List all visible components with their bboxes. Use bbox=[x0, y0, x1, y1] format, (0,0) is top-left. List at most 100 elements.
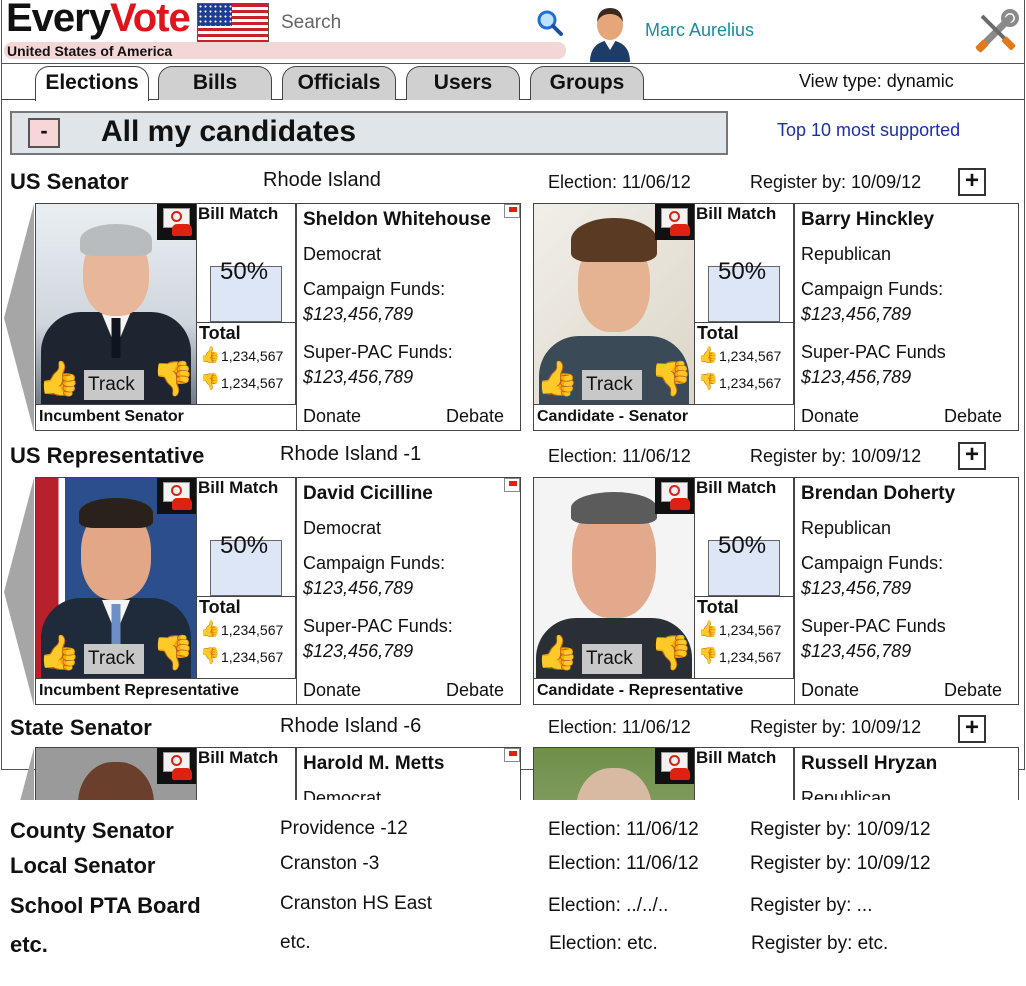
debate-link[interactable]: Debate bbox=[944, 406, 1002, 427]
section-title: All my candidates bbox=[101, 115, 357, 148]
superpac-funds-label: Super-PAC Funds bbox=[801, 342, 946, 362]
office-district: etc. bbox=[280, 932, 311, 953]
debate-link[interactable]: Debate bbox=[446, 406, 504, 427]
debate-link[interactable]: Debate bbox=[944, 680, 1002, 701]
tab-officials[interactable]: Officials bbox=[282, 66, 396, 100]
top-supported-link[interactable]: Top 10 most supported bbox=[777, 120, 960, 141]
tab-bills[interactable]: Bills bbox=[158, 66, 272, 100]
report-flag-icon[interactable] bbox=[504, 478, 520, 492]
superpac-funds-label: Super-PAC Funds: bbox=[303, 616, 453, 636]
search-input[interactable]: Search bbox=[281, 12, 341, 34]
superpac-funds-value: $123,456,789 bbox=[801, 641, 912, 661]
superpac-funds-value: $123,456,789 bbox=[303, 367, 414, 387]
election-date: Election: 11/06/12 bbox=[548, 446, 691, 466]
office-district: Providence -12 bbox=[280, 818, 408, 839]
thumbs-up-icon[interactable]: 👍 bbox=[38, 362, 80, 396]
thumbs-up-icon[interactable]: 👍 bbox=[536, 362, 578, 396]
donate-link[interactable]: Donate bbox=[801, 406, 859, 427]
office-title[interactable]: School PTA Board bbox=[10, 893, 201, 919]
candidate-name[interactable]: Brendan Doherty bbox=[801, 483, 955, 505]
contact-icon[interactable] bbox=[655, 748, 694, 784]
expand-button[interactable]: + bbox=[958, 715, 986, 743]
user-avatar-icon[interactable] bbox=[586, 4, 634, 62]
track-button[interactable]: Track bbox=[582, 644, 642, 674]
candidate-name[interactable]: Sheldon Whitehouse bbox=[303, 209, 491, 231]
contact-icon[interactable] bbox=[655, 204, 694, 240]
collapse-button[interactable]: - bbox=[28, 118, 60, 148]
search-icon[interactable] bbox=[534, 8, 564, 38]
candidate-name[interactable]: Barry Hinckley bbox=[801, 209, 934, 231]
office-title[interactable]: Local Senator bbox=[10, 853, 155, 879]
up-vote-count: 1,234,567 bbox=[719, 622, 782, 638]
register-date: Register by: 10/09/12 bbox=[750, 446, 922, 466]
divider bbox=[534, 678, 794, 679]
thumbs-down-icon[interactable]: 👎 bbox=[152, 636, 194, 670]
election-date: Election: 11/06/12 bbox=[548, 717, 691, 737]
expand-button[interactable]: + bbox=[958, 442, 986, 470]
candidate-name[interactable]: Russell Hryzan bbox=[801, 753, 937, 775]
donate-link[interactable]: Donate bbox=[801, 680, 859, 701]
register-date: Register by: 10/09/12 bbox=[750, 172, 922, 192]
bill-match-percent: 50% bbox=[220, 258, 269, 285]
debate-link[interactable]: Debate bbox=[446, 680, 504, 701]
total-label: Total bbox=[199, 323, 241, 343]
thumbs-down-icon[interactable]: 👎 bbox=[650, 636, 692, 670]
candidate-card[interactable]: 👍 Track 👎 Bill Match 50% Total 👍 1,234,5… bbox=[533, 203, 1019, 431]
campaign-funds-value: $123,456,789 bbox=[303, 578, 414, 598]
bill-match-percent: 50% bbox=[718, 258, 767, 285]
expand-button[interactable]: + bbox=[958, 168, 986, 196]
track-button[interactable]: Track bbox=[84, 370, 144, 400]
country-label: United States of America bbox=[7, 43, 173, 59]
contact-icon[interactable] bbox=[655, 478, 694, 514]
register-date: Register by: ... bbox=[750, 895, 873, 916]
thumbs-down-icon: 👎 bbox=[698, 648, 718, 665]
candidate-role: Candidate - Senator bbox=[537, 408, 689, 425]
thumbs-up-icon[interactable]: 👍 bbox=[536, 636, 578, 670]
candidate-name[interactable]: Harold M. Metts bbox=[303, 753, 444, 775]
bill-match-percent: 50% bbox=[718, 532, 767, 559]
thumbs-down-icon: 👎 bbox=[698, 374, 718, 391]
office-title[interactable]: etc. bbox=[10, 932, 48, 958]
header-divider bbox=[1, 63, 1025, 64]
candidate-card[interactable]: 👍 Track 👎 Bill Match 50% Total 👍 1,234,5… bbox=[35, 477, 521, 705]
divider bbox=[36, 678, 296, 679]
view-type-selector[interactable]: View type: dynamic bbox=[799, 71, 954, 92]
tab-groups[interactable]: Groups bbox=[530, 66, 644, 100]
register-date: Register by: 10/09/12 bbox=[750, 717, 922, 737]
tab-users[interactable]: Users bbox=[406, 66, 520, 100]
tab-elections[interactable]: Elections bbox=[35, 66, 149, 101]
office-district: Cranston HS East bbox=[280, 893, 433, 914]
thumbs-down-icon: 👎 bbox=[200, 648, 220, 665]
election-date: Election: ../../.. bbox=[548, 895, 669, 916]
track-button[interactable]: Track bbox=[582, 370, 642, 400]
logo-vote[interactable]: Vote bbox=[110, 0, 191, 41]
divider bbox=[534, 404, 794, 405]
donate-link[interactable]: Donate bbox=[303, 406, 361, 427]
office-district: Rhode Island -6 bbox=[280, 715, 422, 737]
report-flag-icon[interactable] bbox=[504, 204, 520, 218]
candidate-name[interactable]: David Cicilline bbox=[303, 483, 433, 505]
candidate-card[interactable]: 👍 Track 👎 Bill Match 50% Total 👍 1,234,5… bbox=[533, 477, 1019, 705]
username-link[interactable]: Marc Aurelius bbox=[645, 20, 754, 41]
contact-icon[interactable] bbox=[157, 478, 196, 514]
candidate-party: Democrat bbox=[303, 518, 382, 538]
campaign-funds-value: $123,456,789 bbox=[303, 304, 414, 324]
tools-icon[interactable] bbox=[972, 8, 1020, 56]
campaign-funds-label: Campaign Funds: bbox=[801, 553, 944, 573]
thumbs-down-icon[interactable]: 👎 bbox=[152, 362, 194, 396]
logo-every[interactable]: Every bbox=[6, 0, 111, 41]
bill-match-label: Bill Match bbox=[198, 204, 279, 223]
candidate-card[interactable]: 👍 Track 👎 Bill Match 50% Total 👍 1,234,5… bbox=[35, 203, 521, 431]
thumbs-down-icon[interactable]: 👎 bbox=[650, 362, 692, 396]
election-date: Election: 11/06/12 bbox=[548, 819, 699, 840]
up-vote-count: 1,234,567 bbox=[221, 348, 284, 364]
contact-icon[interactable] bbox=[157, 748, 196, 784]
campaign-funds-label: Campaign Funds: bbox=[303, 279, 446, 299]
donate-link[interactable]: Donate bbox=[303, 680, 361, 701]
office-title[interactable]: County Senator bbox=[10, 818, 174, 844]
contact-icon[interactable] bbox=[157, 204, 196, 240]
up-vote-count: 1,234,567 bbox=[221, 622, 284, 638]
thumbs-up-icon[interactable]: 👍 bbox=[38, 636, 80, 670]
report-flag-icon[interactable] bbox=[504, 748, 520, 762]
track-button[interactable]: Track bbox=[84, 644, 144, 674]
